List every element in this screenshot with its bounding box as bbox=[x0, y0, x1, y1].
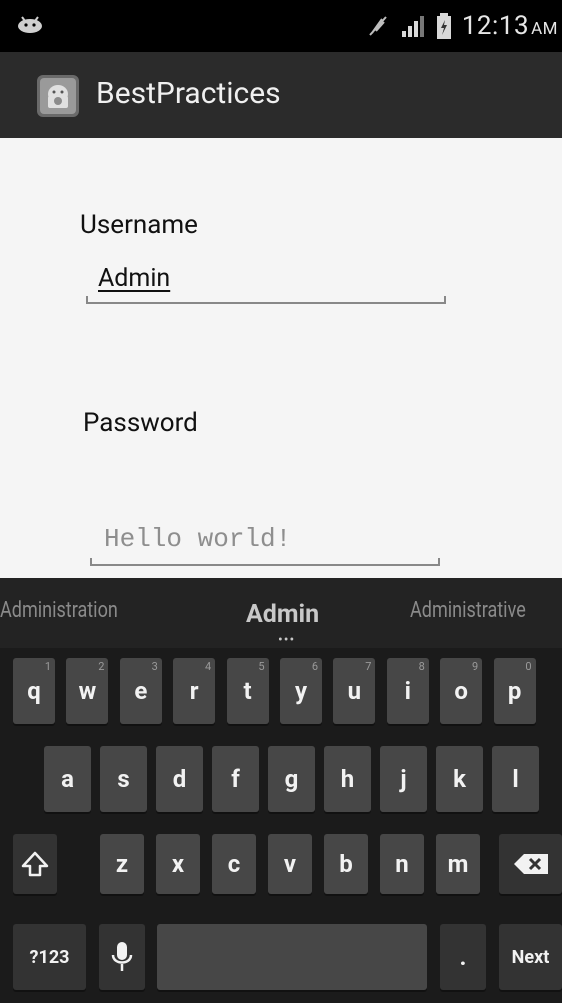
android-notification-icon bbox=[18, 16, 42, 33]
key-x[interactable]: x bbox=[156, 834, 200, 894]
key-d[interactable]: d bbox=[156, 746, 203, 812]
key-e[interactable]: e3 bbox=[119, 658, 162, 724]
key-k[interactable]: k bbox=[436, 746, 483, 812]
key-j[interactable]: j bbox=[380, 746, 427, 812]
key-label: t bbox=[243, 677, 252, 705]
key-y[interactable]: y6 bbox=[280, 658, 322, 724]
key-s[interactable]: s bbox=[100, 746, 147, 812]
key-label: w bbox=[78, 677, 97, 705]
suggestion-more-dots: ••• bbox=[278, 632, 296, 648]
username-label: Username bbox=[80, 210, 198, 240]
key-label: f bbox=[231, 765, 240, 793]
key-label: b bbox=[339, 850, 353, 878]
key-label: v bbox=[283, 850, 297, 878]
app-launcher-icon bbox=[37, 75, 79, 117]
key-r[interactable]: r4 bbox=[173, 658, 216, 724]
key-hint: 6 bbox=[311, 660, 318, 673]
login-form: Username Admin Password Hello world! bbox=[0, 138, 562, 578]
key-label: y bbox=[294, 677, 308, 705]
suggestion-administration[interactable]: Administration bbox=[0, 598, 118, 623]
key-label: j bbox=[400, 765, 407, 793]
key-hint: 5 bbox=[258, 660, 265, 673]
password-label: Password bbox=[83, 408, 198, 438]
key-w[interactable]: w2 bbox=[66, 658, 109, 724]
key-h[interactable]: h bbox=[324, 746, 371, 812]
key-z[interactable]: z bbox=[100, 834, 144, 894]
status-time: 12:13 AM bbox=[462, 11, 558, 41]
microphone-icon bbox=[111, 942, 133, 971]
key-m[interactable]: m bbox=[436, 834, 480, 894]
key-hint: 4 bbox=[205, 660, 212, 673]
app-title: BestPractices bbox=[96, 76, 281, 111]
username-field[interactable] bbox=[86, 294, 446, 304]
key-label: u bbox=[347, 677, 362, 705]
key-a[interactable]: a bbox=[44, 746, 91, 812]
key-label: q bbox=[27, 677, 41, 705]
key-hint: 2 bbox=[98, 660, 105, 673]
key-label: d bbox=[172, 765, 187, 793]
key-i[interactable]: i8 bbox=[386, 658, 429, 724]
key-label: l bbox=[512, 765, 519, 793]
key-hint: 0 bbox=[525, 660, 532, 673]
key-label: o bbox=[454, 677, 468, 705]
symbols-key-label: ?123 bbox=[29, 946, 70, 968]
key-label: n bbox=[395, 850, 409, 878]
period-key[interactable]: . bbox=[440, 924, 486, 990]
mute-icon bbox=[369, 16, 387, 36]
key-l[interactable]: l bbox=[492, 746, 539, 812]
time-ampm: AM bbox=[531, 19, 558, 39]
key-c[interactable]: c bbox=[212, 834, 256, 894]
shift-key[interactable] bbox=[13, 834, 57, 894]
key-f[interactable]: f bbox=[212, 746, 259, 812]
key-label: x bbox=[171, 850, 185, 878]
time-value: 12:13 bbox=[461, 11, 530, 41]
key-label: e bbox=[134, 677, 148, 705]
key-hint: 9 bbox=[472, 660, 479, 673]
suggestion-administrative[interactable]: Administrative bbox=[410, 598, 526, 623]
key-label: h bbox=[340, 765, 355, 793]
key-label: k bbox=[453, 765, 466, 793]
key-label: c bbox=[227, 850, 241, 878]
battery-icon bbox=[436, 13, 451, 39]
soft-keyboard: Administration Admin ••• Administrative … bbox=[0, 578, 562, 1003]
key-label: r bbox=[189, 677, 199, 705]
key-hint: 7 bbox=[365, 660, 372, 673]
key-v[interactable]: v bbox=[268, 834, 312, 894]
voice-input-key[interactable] bbox=[99, 924, 145, 990]
key-hint: 3 bbox=[151, 660, 158, 673]
key-label: z bbox=[115, 850, 129, 878]
key-label: p bbox=[507, 677, 522, 705]
key-hint: 8 bbox=[418, 660, 425, 673]
status-bar: 12:13 AM bbox=[0, 0, 562, 52]
password-hint: Hello world! bbox=[104, 524, 292, 554]
shift-icon bbox=[21, 851, 49, 877]
space-key[interactable] bbox=[157, 924, 427, 990]
key-p[interactable]: p0 bbox=[493, 658, 536, 724]
key-o[interactable]: o9 bbox=[440, 658, 483, 724]
password-field[interactable] bbox=[90, 556, 440, 566]
username-input-value[interactable]: Admin bbox=[98, 264, 170, 293]
suggestion-admin[interactable]: Admin bbox=[246, 600, 319, 629]
action-bar: BestPractices bbox=[0, 52, 562, 138]
key-label: a bbox=[61, 765, 74, 793]
key-label: i bbox=[404, 677, 411, 705]
next-key-label: Next bbox=[511, 946, 550, 968]
suggestion-strip: Administration Admin ••• Administrative bbox=[0, 578, 562, 648]
key-label: g bbox=[284, 765, 299, 793]
delete-key[interactable] bbox=[499, 834, 562, 894]
key-label: m bbox=[447, 850, 469, 878]
symbols-key[interactable]: ?123 bbox=[13, 924, 86, 990]
key-u[interactable]: u7 bbox=[333, 658, 376, 724]
backspace-icon bbox=[513, 854, 548, 874]
key-b[interactable]: b bbox=[324, 834, 368, 894]
next-key[interactable]: Next bbox=[499, 924, 562, 990]
key-n[interactable]: n bbox=[380, 834, 424, 894]
key-hint: 1 bbox=[44, 660, 51, 673]
period-key-label: . bbox=[459, 943, 467, 971]
key-q[interactable]: q1 bbox=[13, 658, 55, 724]
key-t[interactable]: t5 bbox=[226, 658, 269, 724]
key-g[interactable]: g bbox=[268, 746, 315, 812]
signal-icon bbox=[401, 16, 424, 37]
key-label: s bbox=[117, 765, 130, 793]
